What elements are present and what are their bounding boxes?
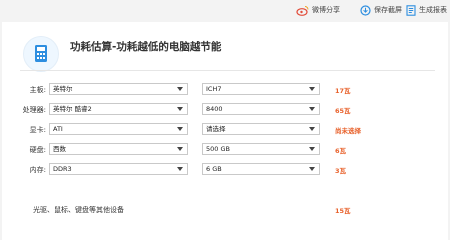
cpu-brand-select[interactable]: 英特尔 酷睿2 bbox=[49, 103, 188, 115]
weibo-icon bbox=[296, 5, 309, 16]
weibo-share-button[interactable]: 微博分享 bbox=[296, 4, 340, 16]
gpu-brand-select[interactable]: ATI bbox=[49, 123, 188, 135]
chevron-down-icon bbox=[177, 127, 183, 131]
memory-type-value: DDR3 bbox=[53, 165, 72, 173]
cpu-model-select[interactable]: 8400 bbox=[202, 103, 320, 115]
motherboard-label: 主板: bbox=[29, 86, 46, 94]
cpu-brand-value: 英特尔 酷睿2 bbox=[53, 105, 92, 113]
chevron-down-icon bbox=[309, 107, 315, 111]
weibo-share-label: 微博分享 bbox=[312, 6, 340, 14]
motherboard-chipset-value: ICH7 bbox=[206, 85, 222, 93]
top-toolbar: 微博分享 保存截屏 生成报表 bbox=[0, 0, 450, 22]
cpu-model-value: 8400 bbox=[206, 105, 223, 113]
save-screenshot-icon bbox=[360, 4, 371, 16]
memory-size-value: 6 GB bbox=[206, 165, 222, 173]
memory-size-select[interactable]: 6 GB bbox=[202, 163, 320, 175]
hdd-brand-select[interactable]: 西数 bbox=[49, 143, 188, 155]
chevron-down-icon bbox=[309, 147, 315, 151]
chevron-down-icon bbox=[309, 127, 315, 131]
hdd-capacity-value: 500 GB bbox=[206, 145, 230, 153]
chevron-down-icon bbox=[177, 87, 183, 91]
chevron-down-icon bbox=[177, 107, 183, 111]
memory-label: 内存: bbox=[29, 166, 46, 174]
motherboard-chipset-select[interactable]: ICH7 bbox=[202, 83, 320, 95]
motherboard-brand-select[interactable]: 英特尔 bbox=[49, 83, 188, 95]
chevron-down-icon bbox=[309, 167, 315, 171]
gpu-label: 显卡: bbox=[29, 126, 46, 134]
page-title: 功耗估算-功耗越低的电脑越节能 bbox=[70, 41, 222, 53]
other-devices-label: 光驱、鼠标、键盘等其他设备 bbox=[33, 206, 124, 214]
memory-power: 3瓦 bbox=[335, 167, 347, 175]
motherboard-power: 17瓦 bbox=[335, 87, 351, 95]
save-screenshot-button[interactable]: 保存截屏 bbox=[360, 4, 402, 16]
other-devices-power: 15瓦 bbox=[335, 207, 351, 215]
chevron-down-icon bbox=[177, 167, 183, 171]
memory-type-select[interactable]: DDR3 bbox=[49, 163, 188, 175]
calculator-icon bbox=[23, 36, 59, 72]
motherboard-brand-value: 英特尔 bbox=[53, 85, 73, 93]
gpu-power: 尚未选择 bbox=[335, 127, 361, 135]
cpu-power: 65瓦 bbox=[335, 107, 351, 115]
hdd-power: 6瓦 bbox=[335, 147, 347, 155]
save-screenshot-label: 保存截屏 bbox=[374, 6, 402, 14]
hdd-label: 硬盘: bbox=[29, 146, 46, 154]
generate-report-button[interactable]: 生成报表 bbox=[406, 4, 447, 16]
header-divider bbox=[20, 70, 435, 71]
gpu-model-value: 请选择 bbox=[206, 125, 226, 133]
hdd-brand-value: 西数 bbox=[53, 145, 66, 153]
gpu-brand-value: ATI bbox=[53, 125, 63, 133]
cpu-label: 处理器: bbox=[22, 106, 46, 114]
hdd-capacity-select[interactable]: 500 GB bbox=[202, 143, 320, 155]
chevron-down-icon bbox=[177, 147, 183, 151]
generate-report-label: 生成报表 bbox=[419, 6, 447, 14]
report-icon bbox=[406, 4, 416, 16]
gpu-model-select[interactable]: 请选择 bbox=[202, 123, 320, 135]
chevron-down-icon bbox=[309, 87, 315, 91]
